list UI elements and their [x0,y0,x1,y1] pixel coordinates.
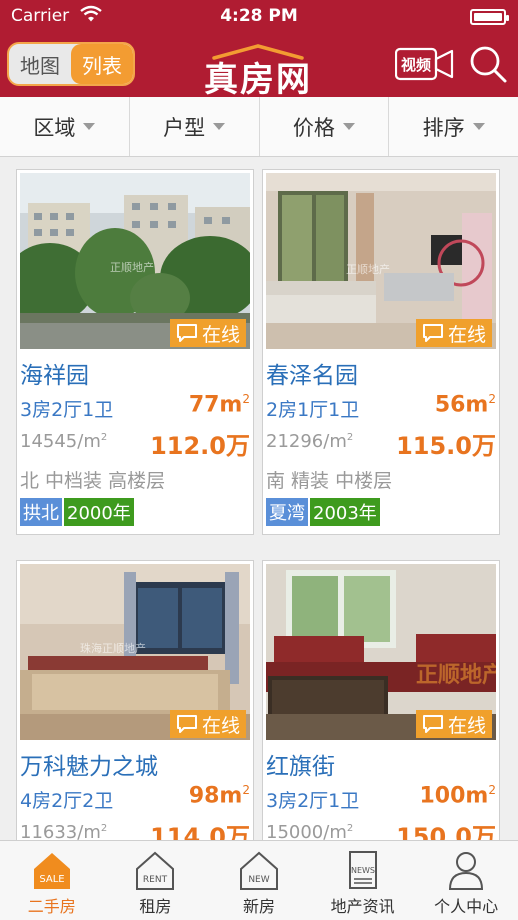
status-bar: Carrier 4:28 PM [0,0,518,34]
online-label: 在线 [447,323,486,346]
listing-photo: 正顺地产 在线 [20,173,250,349]
app-header: Carrier 4:28 PM 地图 列表 真房网 视频 [0,0,518,100]
filter-label: 户型 [163,115,206,140]
caret-down-icon [472,123,485,130]
battery-icon [470,9,509,25]
online-chat-badge[interactable]: 在线 [415,319,492,347]
chat-bubble-icon [176,324,197,342]
district-tag: 夏湾 [266,498,308,526]
listing-tags: 夏湾 2003年 [266,498,380,526]
tab-icon-text: SALE [39,874,64,885]
filter-sort[interactable]: 排序 [389,97,518,156]
house-new-icon: NEW [239,851,278,890]
listing-card[interactable]: 正顺地产 在线 红旗街 3房2厅1卫 100m2 15000/m2 150.0万 [262,560,500,840]
watermark: 正顺地产 [416,663,496,688]
house-rent-icon: RENT [136,851,175,890]
tab-new-house[interactable]: NEW 新房 [207,841,311,920]
tab-icon-text: NEW [248,875,269,885]
caret-down-icon [83,123,96,130]
listing-unit-price: 14545/m2 [20,431,108,452]
filter-layout[interactable]: 户型 [130,97,260,156]
listing-name: 红旗街 [266,754,335,780]
logo-text: 真房网 [204,60,312,100]
watermark: 珠海正顺地产 [80,641,146,655]
tab-icon-text: NEWS [351,866,375,875]
logo: 真房网 [198,44,318,100]
newspaper-icon: NEWS [348,851,377,889]
listing-area: 56m2 [434,392,496,418]
filter-label: 区域 [33,115,76,140]
online-label: 在线 [447,714,486,737]
map-view-option[interactable]: 地图 [9,44,71,84]
filter-district[interactable]: 区域 [0,97,130,156]
video-button[interactable]: 视频 [394,47,455,81]
listing-layout: 3房2厅1卫 [266,790,360,812]
listing-unit-price: 15000/m2 [266,822,354,840]
video-label: 视频 [400,56,431,74]
listing-layout: 2房1厅1卫 [266,399,360,421]
listing-area: 98m2 [188,783,250,809]
online-chat-badge[interactable]: 在线 [415,710,492,738]
filter-price[interactable]: 价格 [260,97,390,156]
filter-bar: 区域 户型 价格 排序 [0,97,518,157]
listing-attributes: 南 精装 中楼层 [266,470,393,492]
tab-news[interactable]: NEWS 地产资讯 [311,841,415,920]
district-tag: 拱北 [20,498,62,526]
listing-name: 春泽名园 [266,363,358,389]
tab-icon-text: RENT [143,875,168,885]
listing-photo: 正顺地产 在线 [266,173,496,349]
listing-layout: 3房2厅1卫 [20,399,114,421]
listing-card[interactable]: 正顺地产 在线 海祥园 3房2厅1卫 77m2 14545/m2 112.0万 … [16,169,254,535]
listing-total-price: 150.0万 [396,823,496,840]
search-icon [470,46,507,83]
listing-photo: 珠海正顺地产 在线 [20,564,250,740]
tab-profile[interactable]: 个人中心 [414,841,518,920]
chat-bubble-icon [422,715,443,733]
watermark: 正顺地产 [110,260,154,274]
listing-card[interactable]: 珠海正顺地产 在线 万科魅力之城 4房2厅2卫 98m2 11633/m2 11… [16,560,254,840]
tab-bar: SALE 二手房 RENT 租房 NEW 新房 NEWS 地产资讯 个人中心 [0,840,518,920]
caret-down-icon [213,123,226,130]
tab-label: 地产资讯 [330,897,395,916]
listing-area: 77m2 [188,392,250,418]
listing-tags: 拱北 2000年 [20,498,134,526]
listing-unit-price: 11633/m2 [20,822,108,840]
year-tag: 2003年 [310,498,380,526]
list-view-option[interactable]: 列表 [71,44,133,84]
caret-down-icon [342,123,355,130]
listing-total-price: 114.0万 [150,823,250,840]
tab-label: 新房 [242,897,275,916]
listing-total-price: 112.0万 [150,432,250,460]
filter-label: 排序 [422,115,465,140]
search-button[interactable] [468,44,508,84]
tab-second-hand[interactable]: SALE 二手房 [0,841,104,920]
listing-name: 万科魅力之城 [20,754,158,780]
listing-name: 海祥园 [20,363,89,389]
tab-label: 个人中心 [434,897,499,916]
online-label: 在线 [201,323,240,346]
filter-label: 价格 [292,115,335,140]
view-toggle[interactable]: 地图 列表 [7,42,135,86]
listing-card[interactable]: 正顺地产 在线 春泽名园 2房1厅1卫 56m2 21296/m2 115.0万… [262,169,500,535]
listing-grid: 正顺地产 在线 海祥园 3房2厅1卫 77m2 14545/m2 112.0万 … [0,157,518,840]
online-label: 在线 [201,714,240,737]
tab-rent[interactable]: RENT 租房 [104,841,208,920]
clock: 4:28 PM [220,6,298,26]
listing-total-price: 115.0万 [396,432,496,460]
tab-label: 租房 [139,897,172,916]
watermark: 正顺地产 [346,262,390,276]
online-chat-badge[interactable]: 在线 [169,710,246,738]
listing-area: 100m2 [419,783,497,809]
listing-attributes: 北 中档装 高楼层 [20,470,166,492]
person-icon [449,852,484,890]
house-sale-icon: SALE [33,853,70,889]
year-tag: 2000年 [64,498,134,526]
listing-layout: 4房2厅2卫 [20,790,114,812]
listing-photo: 正顺地产 在线 [266,564,496,740]
chat-bubble-icon [176,715,197,733]
tab-label: 二手房 [27,897,76,916]
online-chat-badge[interactable]: 在线 [169,319,246,347]
chat-bubble-icon [422,324,443,342]
listing-unit-price: 21296/m2 [266,431,354,452]
